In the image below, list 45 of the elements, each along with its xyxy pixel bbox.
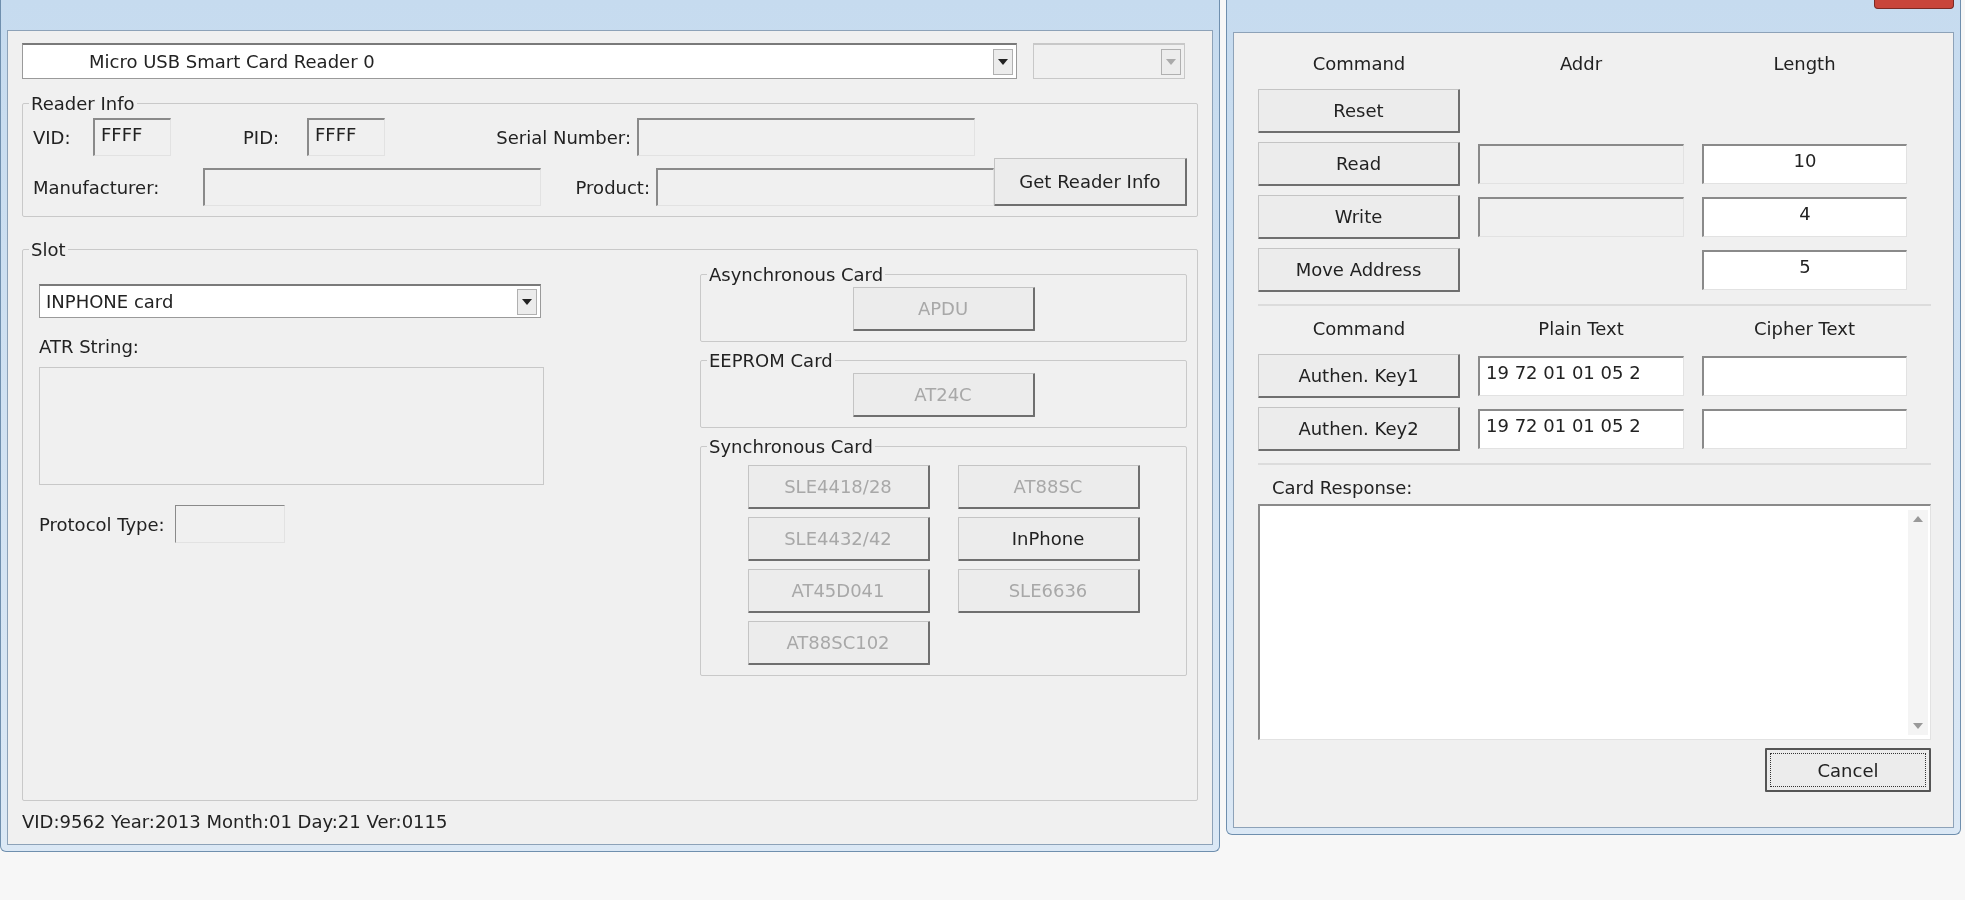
cipher-text-field[interactable] <box>1702 356 1907 396</box>
cancel-button[interactable]: Cancel <box>1765 748 1931 792</box>
column-header: Command <box>1311 317 1407 341</box>
group-title: EEPROM Card <box>708 350 834 371</box>
command-button[interactable]: Reset <box>1258 89 1460 133</box>
reader-dropdown[interactable]: Micro USB Smart Card Reader 0 <box>22 43 1017 79</box>
column-header: Cipher Text <box>1753 317 1856 341</box>
close-button[interactable] <box>1874 0 1954 9</box>
card-type-button[interactable]: InPhone <box>957 517 1140 561</box>
column-header: Plain Text <box>1537 317 1625 341</box>
cipher-text-field[interactable] <box>1702 409 1907 449</box>
column-header: Length <box>1772 52 1837 76</box>
field-label: Product: <box>574 176 651 198</box>
atr-string-field[interactable] <box>39 367 544 485</box>
length-field[interactable]: 4 <box>1702 197 1907 237</box>
group-title: Asynchronous Card <box>708 264 885 285</box>
field-label: VID: <box>33 126 72 148</box>
protocol-type-field[interactable] <box>174 505 285 543</box>
length-field[interactable]: 10 <box>1702 144 1907 184</box>
authenticate-button[interactable]: Authen. Key1 <box>1258 354 1460 398</box>
scrollbar[interactable] <box>1908 510 1928 735</box>
card-response-field[interactable] <box>1258 504 1931 740</box>
plain-text-field[interactable]: 19 72 01 01 05 2 <box>1478 409 1684 449</box>
card-type-dropdown[interactable]: INPHONE card <box>39 284 541 318</box>
field-label: Protocol Type: <box>39 513 165 535</box>
field-label: ATR String: <box>39 336 140 357</box>
command-button[interactable]: Move Address <box>1258 248 1460 292</box>
column-header: Addr <box>1558 52 1604 76</box>
length-field[interactable]: 5 <box>1702 250 1907 290</box>
group-title: Reader Info <box>30 93 136 114</box>
field-label: Serial Number: <box>495 126 632 148</box>
scroll-up-icon[interactable] <box>1913 516 1923 522</box>
command-button[interactable]: Read <box>1258 142 1460 186</box>
status-text: VID:9562 Year:2013 Month:01 Day:21 Ver:0115 <box>22 811 449 832</box>
group-title: Slot <box>30 239 67 260</box>
group-title: Synchronous Card <box>708 436 874 457</box>
scroll-down-icon[interactable] <box>1913 723 1923 729</box>
column-header: Command <box>1311 52 1407 76</box>
field-label: Manufacturer: <box>33 176 161 198</box>
get-reader-info-button[interactable]: Get Reader Info <box>994 158 1187 206</box>
authenticate-button[interactable]: Authen. Key2 <box>1258 407 1460 451</box>
field-label: Card Response: <box>1272 477 1414 498</box>
command-button[interactable]: Write <box>1258 195 1460 239</box>
plain-text-field[interactable]: 19 72 01 01 05 2 <box>1478 356 1684 396</box>
field-label: PID: <box>243 126 281 148</box>
